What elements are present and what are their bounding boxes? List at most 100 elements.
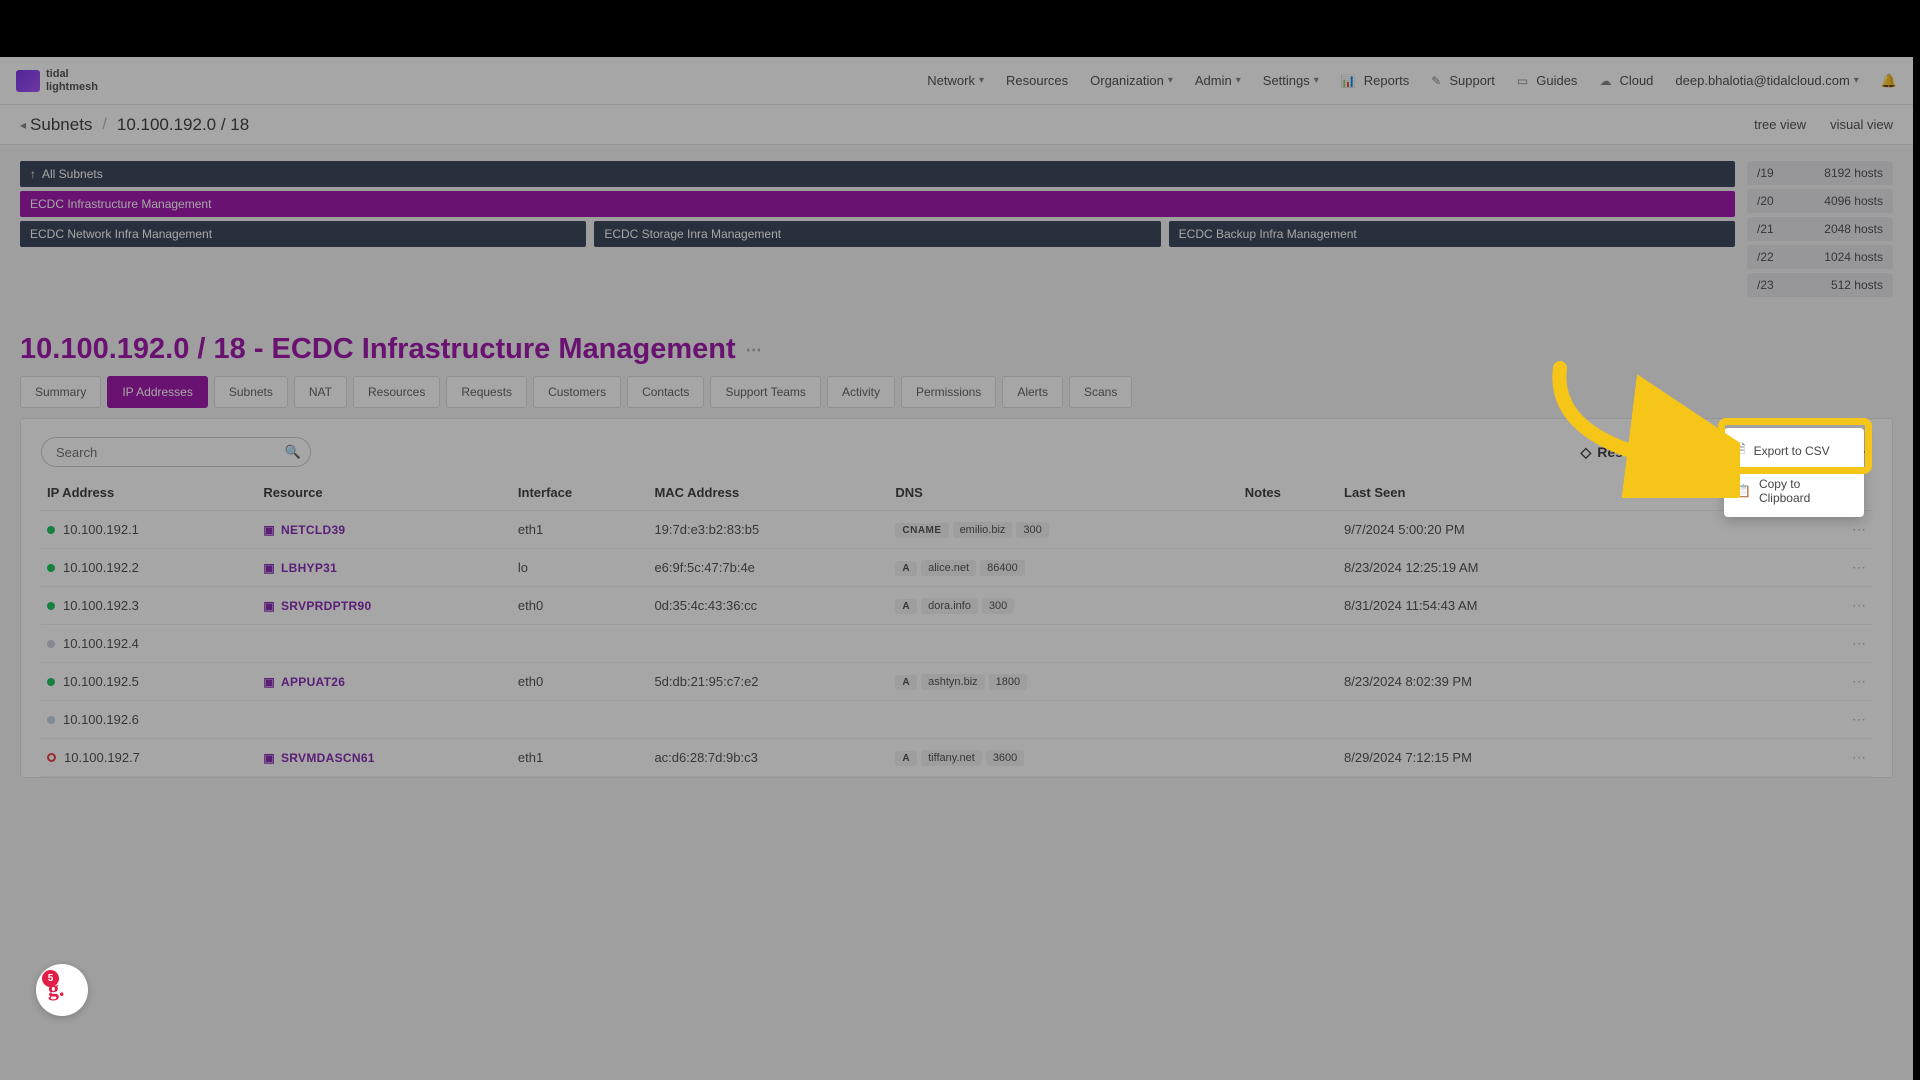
chevron-down-icon: ▾ <box>1168 75 1173 86</box>
toolbar: 🔍 ◇Reserve ▣Layers ⛶Fullscreen ⋯ <box>21 419 1892 475</box>
cidr-option[interactable]: /221024 hosts <box>1747 245 1893 269</box>
layers-icon: ▣ <box>1670 444 1683 461</box>
column-header[interactable]: Resource <box>257 475 512 511</box>
status-dot-icon <box>47 640 55 648</box>
chart-icon: 📊 <box>1341 74 1356 88</box>
column-header[interactable]: IP Address <box>41 475 257 511</box>
book-icon: ▭ <box>1517 74 1528 88</box>
nav-admin[interactable]: Admin▾ <box>1195 73 1241 88</box>
column-header[interactable]: Notes <box>1239 475 1338 511</box>
nav-resources[interactable]: Resources <box>1006 73 1068 88</box>
tab-subnets[interactable]: Subnets <box>214 376 288 408</box>
search-input[interactable] <box>41 437 311 467</box>
tab-activity[interactable]: Activity <box>827 376 895 408</box>
nav-bell[interactable]: 🔔 <box>1881 73 1897 89</box>
hierarchy-child[interactable]: ECDC Storage Inra Management <box>594 221 1160 247</box>
tab-requests[interactable]: Requests <box>446 376 527 408</box>
column-header[interactable]: Last Seen <box>1338 475 1640 511</box>
tab-summary[interactable]: Summary <box>20 376 101 408</box>
cloud-icon: ☁ <box>1599 74 1611 88</box>
breadcrumb-root[interactable]: Subnets <box>30 115 92 135</box>
table-row[interactable]: 10.100.192.6 ⋯ <box>41 701 1872 739</box>
tab-nat[interactable]: NAT <box>294 376 347 408</box>
search-icon: 🔍 <box>285 444 301 460</box>
tab-permissions[interactable]: Permissions <box>901 376 996 408</box>
status-dot-icon <box>47 526 55 534</box>
cidr-option[interactable]: /23512 hosts <box>1747 273 1893 297</box>
reserve-button[interactable]: ◇Reserve <box>1580 444 1651 461</box>
server-icon: ▣ <box>263 523 275 537</box>
content-card: 🔍 ◇Reserve ▣Layers ⛶Fullscreen ⋯ IP Addr… <box>20 418 1893 778</box>
nav-guides[interactable]: ▭Guides <box>1517 73 1578 88</box>
table-row[interactable]: 10.100.192.7 ▣SRVMDASCN61 eth1 ac:d6:28:… <box>41 739 1872 777</box>
export-dropdown: 🗎 Export to CSV 📋 Copy to Clipboard <box>1724 428 1864 517</box>
bell-icon: 🔔 <box>1881 73 1897 89</box>
row-more-button[interactable]: ⋯ <box>1818 701 1872 739</box>
title-more-icon[interactable]: ⋯ <box>746 340 762 360</box>
tab-customers[interactable]: Customers <box>533 376 621 408</box>
tab-scans[interactable]: Scans <box>1069 376 1132 408</box>
column-header[interactable]: MAC Address <box>648 475 889 511</box>
table-row[interactable]: 10.100.192.3 ▣SRVPRDPTR90 eth0 0d:35:4c:… <box>41 587 1872 625</box>
row-more-button[interactable]: ⋯ <box>1818 625 1872 663</box>
nav-settings[interactable]: Settings▾ <box>1263 73 1319 88</box>
breadcrumb-current: 10.100.192.0 / 18 <box>117 115 249 135</box>
ip-table: IP AddressResourceInterfaceMAC AddressDN… <box>41 475 1872 777</box>
cidr-option[interactable]: /198192 hosts <box>1747 161 1893 185</box>
logo-mark-icon <box>16 70 40 92</box>
row-more-button[interactable]: ⋯ <box>1818 587 1872 625</box>
tree-view-tab[interactable]: tree view <box>1754 117 1806 132</box>
cidr-option[interactable]: /204096 hosts <box>1747 189 1893 213</box>
tab-resources[interactable]: Resources <box>353 376 440 408</box>
chevron-down-icon: ▾ <box>1854 75 1859 86</box>
hierarchy-all-subnets[interactable]: ↑ All Subnets <box>20 161 1735 187</box>
back-caret-icon[interactable]: ◂ <box>20 118 26 132</box>
nav-reports[interactable]: 📊Reports <box>1341 73 1409 88</box>
clipboard-icon: 📋 <box>1736 484 1751 498</box>
nav-cloud[interactable]: ☁Cloud <box>1599 73 1653 88</box>
row-more-button[interactable]: ⋯ <box>1818 663 1872 701</box>
row-more-button[interactable]: ⋯ <box>1818 739 1872 777</box>
up-arrow-icon: ↑ <box>30 167 36 181</box>
cidr-option[interactable]: /212048 hosts <box>1747 217 1893 241</box>
table-row[interactable]: 10.100.192.5 ▣APPUAT26 eth0 5d:db:21:95:… <box>41 663 1872 701</box>
chevron-down-icon: ▾ <box>979 75 984 86</box>
top-nav: tidal lightmesh Network▾ Resources Organ… <box>0 57 1913 105</box>
column-header[interactable]: Interface <box>512 475 649 511</box>
hierarchy-panel: ↑ All Subnets ECDC Infrastructure Manage… <box>0 145 1913 297</box>
server-icon: ▣ <box>263 561 275 575</box>
status-dot-icon <box>47 678 55 686</box>
tab-contacts[interactable]: Contacts <box>627 376 704 408</box>
table-row[interactable]: 10.100.192.4 ⋯ <box>41 625 1872 663</box>
table-row[interactable]: 10.100.192.2 ▣LBHYP31 lo e6:9f:5c:47:7b:… <box>41 549 1872 587</box>
status-dot-icon <box>47 716 55 724</box>
status-dot-icon <box>47 753 56 762</box>
cidr-list: /198192 hosts/204096 hosts/212048 hosts /… <box>1747 161 1893 297</box>
hierarchy-current[interactable]: ECDC Infrastructure Management <box>20 191 1735 217</box>
page-title: 10.100.192.0 / 18 - ECDC Infrastructure … <box>0 297 1913 376</box>
status-dot-icon <box>47 564 55 572</box>
visual-view-tab[interactable]: visual view <box>1830 117 1893 132</box>
export-csv-item[interactable]: 🗎 Export to CSV <box>1724 432 1864 469</box>
server-icon: ▣ <box>263 751 275 765</box>
grammarly-badge[interactable]: 5 g. <box>36 964 88 1016</box>
breadcrumb: ◂ Subnets / 10.100.192.0 / 18 tree view … <box>0 105 1913 145</box>
nav-user[interactable]: deep.bhalotia@tidalcloud.com▾ <box>1675 73 1858 88</box>
table-row[interactable]: 10.100.192.1 ▣NETCLD39 eth1 19:7d:e3:b2:… <box>41 511 1872 549</box>
tab-alerts[interactable]: Alerts <box>1002 376 1063 408</box>
file-icon: 🗎 <box>1736 440 1746 461</box>
row-more-button[interactable]: ⋯ <box>1818 549 1872 587</box>
hierarchy-child[interactable]: ECDC Network Infra Management <box>20 221 586 247</box>
nav-support[interactable]: ✎Support <box>1431 73 1495 88</box>
tab-strip: SummaryIP AddressesSubnetsNATResourcesRe… <box>0 376 1913 418</box>
column-header[interactable]: DNS <box>889 475 1238 511</box>
logo[interactable]: tidal lightmesh <box>16 68 98 92</box>
chevron-down-icon: ▾ <box>1236 75 1241 86</box>
server-icon: ▣ <box>263 675 275 689</box>
hierarchy-child[interactable]: ECDC Backup Infra Management <box>1169 221 1735 247</box>
nav-network[interactable]: Network▾ <box>927 73 984 88</box>
tab-support-teams[interactable]: Support Teams <box>710 376 821 408</box>
copy-clipboard-item[interactable]: 📋 Copy to Clipboard <box>1724 469 1864 513</box>
tab-ip-addresses[interactable]: IP Addresses <box>107 376 208 408</box>
nav-organization[interactable]: Organization▾ <box>1090 73 1173 88</box>
